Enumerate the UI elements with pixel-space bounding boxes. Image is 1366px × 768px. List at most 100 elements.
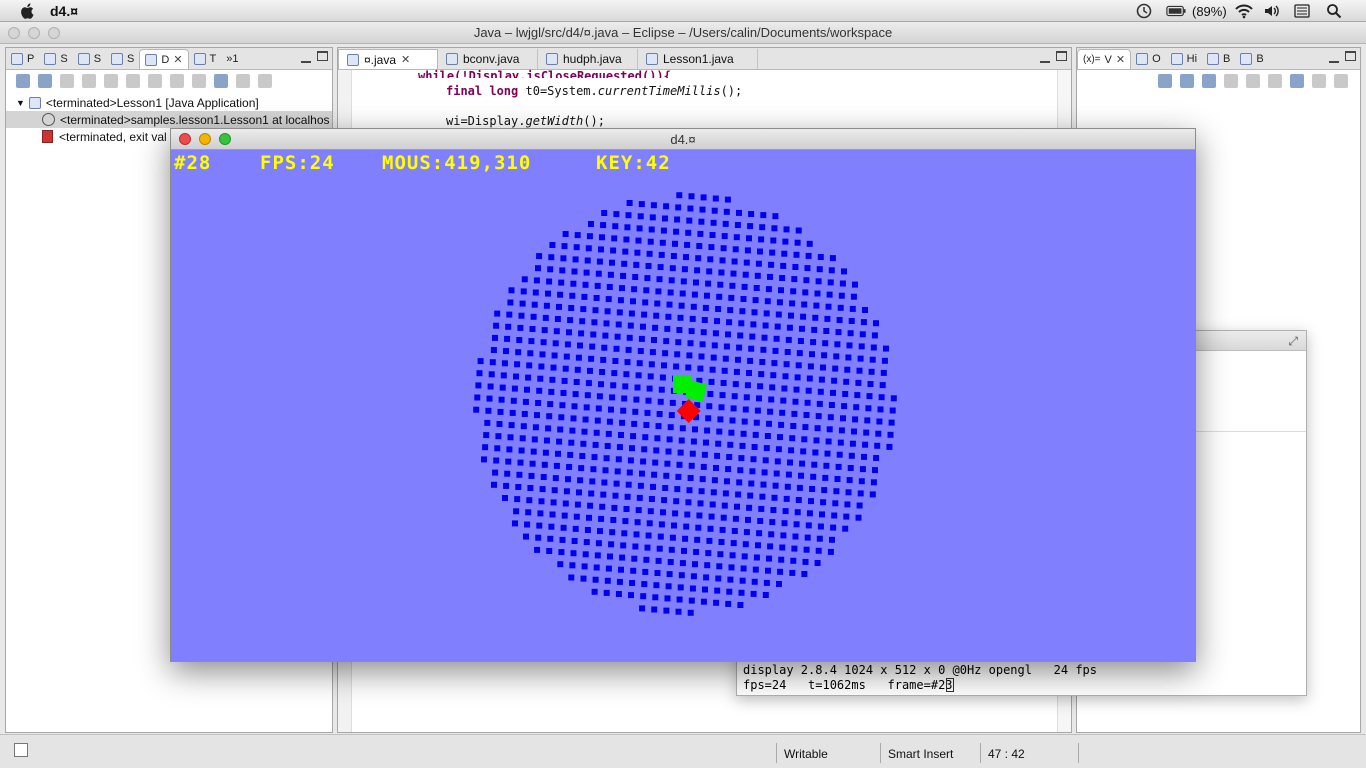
game-canvas[interactable]: #28 FPS:24 MOUS:419,310 KEY:42: [171, 150, 1195, 662]
dot: [815, 547, 822, 554]
dot: [765, 286, 772, 293]
remove-all-icon[interactable]: [1246, 74, 1260, 88]
suspend-icon[interactable]: [82, 74, 96, 88]
close-tab-icon[interactable]: ✕: [173, 53, 182, 66]
dot: [558, 279, 565, 286]
minimize-view-icon[interactable]: [301, 51, 311, 63]
tree-item-vm[interactable]: <terminated>samples.lesson1.Lesson1 at l…: [6, 111, 332, 128]
remove-all-2-icon[interactable]: [1268, 74, 1282, 88]
tab-search[interactable]: S: [106, 49, 139, 69]
dot: [718, 269, 725, 276]
dot: [515, 484, 522, 490]
tab-package-explorer[interactable]: P: [6, 49, 39, 69]
collapse-all-icon[interactable]: [1202, 74, 1216, 88]
dot: [729, 552, 736, 559]
show-type-names-icon[interactable]: [1158, 74, 1172, 88]
dot: [708, 513, 715, 520]
keyboard-viewer-icon[interactable]: [1292, 2, 1312, 20]
dot: [602, 332, 609, 339]
dot: [610, 247, 617, 254]
tab-snippets[interactable]: S: [73, 49, 106, 69]
relaunch-icon[interactable]: [38, 74, 52, 88]
dot: [642, 299, 649, 306]
fast-view-icon[interactable]: [14, 743, 28, 757]
disconnect-icon[interactable]: [126, 74, 140, 88]
dot: [676, 327, 683, 333]
spotlight-search-icon[interactable]: [1324, 2, 1344, 20]
tab-servers[interactable]: S: [39, 49, 72, 69]
drop-to-frame-icon[interactable]: [214, 74, 228, 88]
terminate-icon[interactable]: [104, 74, 118, 88]
dot: [757, 518, 764, 524]
dot: [638, 335, 645, 342]
menubar-status-area: [1134, 0, 1154, 22]
editor-tab-current[interactable]: ¤.java ✕: [338, 49, 438, 69]
editor-tab-lesson1[interactable]: Lesson1.java: [638, 49, 758, 69]
java-app-icon: [28, 96, 41, 109]
wifi-icon[interactable]: [1234, 2, 1254, 20]
step-return-icon[interactable]: [192, 74, 206, 88]
tab-outline[interactable]: O: [1131, 49, 1166, 69]
dot: [705, 550, 712, 557]
link-icon[interactable]: [1312, 74, 1326, 88]
minimize-view-icon[interactable]: [1040, 51, 1050, 63]
step-into-icon[interactable]: [148, 74, 162, 88]
close-tab-icon[interactable]: ✕: [401, 53, 410, 66]
maximize-view-icon[interactable]: [317, 51, 328, 61]
view-menu-icon[interactable]: [258, 74, 272, 88]
dot: [791, 410, 798, 417]
time-machine-icon[interactable]: [1134, 2, 1154, 20]
dot: [560, 255, 567, 262]
use-step-filters-icon[interactable]: [236, 74, 250, 88]
dot: [675, 204, 682, 211]
dot: [644, 409, 651, 416]
dot: [592, 441, 599, 448]
new-watch-icon[interactable]: [1290, 74, 1304, 88]
editor-tab-hudph[interactable]: hudph.java: [538, 49, 638, 69]
tree-item-launch[interactable]: ▼ <terminated>Lesson1 [Java Application]: [6, 94, 332, 111]
volume-icon[interactable]: [1262, 2, 1282, 20]
tab-bookmarks[interactable]: B: [1202, 49, 1235, 69]
dot: [562, 500, 569, 507]
tab-variables[interactable]: (x)= V ✕: [1077, 49, 1132, 69]
remove-icon[interactable]: [1224, 74, 1238, 88]
battery-status[interactable]: (89%): [1166, 0, 1227, 22]
dot: [567, 317, 574, 324]
status-insert-mode[interactable]: Smart Insert: [888, 747, 953, 761]
dot: [770, 372, 777, 379]
resize-icon[interactable]: ⤢: [1288, 334, 1298, 349]
dot: [601, 210, 608, 216]
minimize-view-icon[interactable]: [1329, 51, 1339, 63]
step-over-icon[interactable]: [170, 74, 184, 88]
maximize-view-icon[interactable]: [1345, 51, 1356, 61]
dot: [689, 585, 696, 592]
show-logical-structure-icon[interactable]: [1180, 74, 1194, 88]
tab-breakpoints[interactable]: B: [1235, 49, 1268, 69]
dot: [703, 439, 709, 446]
tab-overflow[interactable]: »1: [221, 49, 243, 69]
dot: [856, 502, 863, 509]
apple-menu-icon[interactable]: [18, 1, 38, 21]
package-icon: [11, 53, 23, 65]
dot: [755, 260, 762, 267]
tab-type-hierarchy[interactable]: T: [189, 49, 222, 69]
dot: [500, 372, 507, 379]
dot: [772, 482, 779, 489]
close-tab-icon[interactable]: ✕: [1116, 53, 1125, 66]
resume-icon[interactable]: [60, 74, 74, 88]
app-menu-name[interactable]: d4.¤: [50, 3, 78, 19]
dot: [637, 482, 644, 489]
remove-launches-icon[interactable]: [16, 74, 30, 88]
view-menu-icon[interactable]: [1334, 74, 1348, 88]
dot: [861, 453, 867, 460]
tree-expand-icon[interactable]: ▼: [16, 98, 25, 108]
editor-tab-bconv[interactable]: bconv.java: [438, 49, 538, 69]
dot: [612, 358, 619, 364]
dot: [817, 388, 824, 395]
dot: [803, 546, 810, 553]
dot: [578, 465, 585, 472]
maximize-view-icon[interactable]: [1056, 51, 1067, 61]
tab-debug[interactable]: D ✕: [139, 49, 189, 69]
tab-history[interactable]: Hi: [1166, 49, 1202, 69]
dot: [535, 534, 542, 541]
